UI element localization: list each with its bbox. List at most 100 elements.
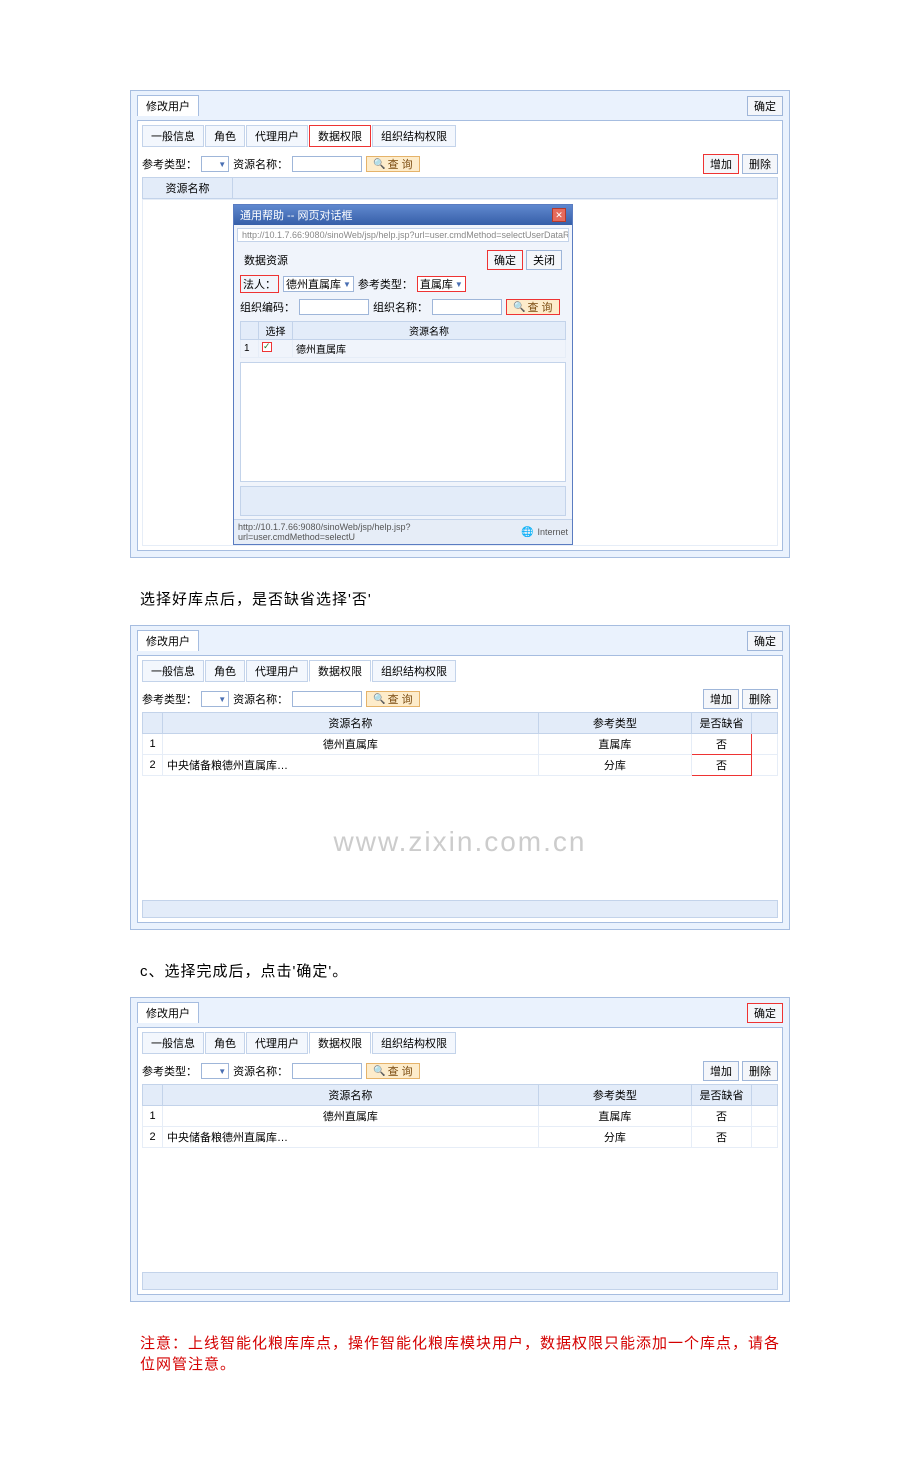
confirm-button[interactable]: 确定	[747, 631, 783, 651]
tab-proxy[interactable]: 代理用户	[246, 660, 308, 682]
window-tab[interactable]: 修改用户	[137, 1002, 199, 1023]
confirm-button[interactable]: 确定	[747, 1003, 783, 1023]
caption1: 选择好库点后，是否缺省选择'否'	[140, 588, 790, 609]
legal-select[interactable]: 德州直属库▼	[283, 276, 354, 292]
org-name-input[interactable]	[432, 299, 502, 315]
chevron-down-icon: ▼	[218, 695, 226, 704]
close-icon[interactable]: ✕	[552, 208, 566, 222]
res-name-label: 资源名称：	[233, 156, 288, 172]
col-def: 是否缺省	[691, 713, 751, 734]
delete-button[interactable]: 删除	[742, 154, 778, 174]
footer-bar	[142, 900, 778, 918]
tab-role[interactable]: 角色	[205, 1032, 245, 1054]
chevron-down-icon: ▼	[218, 1067, 226, 1076]
tab-org[interactable]: 组织结构权限	[372, 660, 456, 682]
table-row[interactable]: 2 中央储备粮德州直属库… 分库 否	[143, 755, 778, 776]
data-res-label: 数据资源	[244, 252, 288, 268]
add-button[interactable]: 增加	[703, 1061, 739, 1081]
tab-data[interactable]: 数据权限	[309, 1032, 371, 1054]
table-row[interactable]: 1 德州直属库	[241, 340, 566, 358]
delete-button[interactable]: 删除	[742, 1061, 778, 1081]
window-tab[interactable]: 修改用户	[137, 630, 199, 651]
screenshot2: 修改用户 确定 一般信息 角色 代理用户 数据权限 组织结构权限 参考类型： ▼…	[130, 625, 790, 930]
org-code-label: 组织编码：	[240, 299, 295, 315]
screenshot3: 修改用户 确定 一般信息 角色 代理用户 数据权限 组织结构权限 参考类型： ▼…	[130, 997, 790, 1302]
caption2: c、选择完成后，点击'确定'。	[140, 960, 790, 981]
res-name-label: 资源名称：	[233, 1063, 288, 1079]
search-button[interactable]: 🔍查 询	[366, 156, 420, 172]
col-type: 参考类型	[538, 1085, 691, 1106]
col-res: 资源名称	[143, 178, 233, 199]
res-name-label: 资源名称：	[233, 691, 288, 707]
dlg-ref-type-label: 参考类型：	[358, 276, 413, 292]
table-row[interactable]: 2 中央储备粮德州直属库… 分库 否	[143, 1127, 778, 1148]
dlg-search-button[interactable]: 🔍查 询	[506, 299, 560, 315]
table-row[interactable]: 1 德州直属库 直属库 否	[143, 734, 778, 755]
search-button[interactable]: 🔍查 询	[366, 1063, 420, 1079]
search-icon: 🔍	[513, 302, 525, 313]
dlg-confirm-button[interactable]: 确定	[487, 250, 523, 270]
ref-type-label: 参考类型：	[142, 156, 197, 172]
ref-type-select[interactable]: ▼	[201, 691, 229, 707]
dlg-blank	[240, 362, 566, 482]
ref-type-label: 参考类型：	[142, 691, 197, 707]
watermark: www.zixin.com.cn	[142, 776, 778, 858]
add-button[interactable]: 增加	[703, 154, 739, 174]
org-code-input[interactable]	[299, 299, 369, 315]
tab-data[interactable]: 数据权限	[309, 660, 371, 682]
col-def: 是否缺省	[691, 1085, 751, 1106]
ref-type-select[interactable]: ▼	[201, 156, 229, 172]
dialog-title: 通用帮助 -- 网页对话框	[240, 207, 352, 223]
tab-proxy[interactable]: 代理用户	[246, 125, 308, 147]
dialog-footer: http://10.1.7.66:9080/sinoWeb/jsp/help.j…	[234, 519, 572, 544]
dlg-close-button[interactable]: 关闭	[526, 250, 562, 270]
add-button[interactable]: 增加	[703, 689, 739, 709]
tab-role[interactable]: 角色	[205, 125, 245, 147]
chevron-down-icon: ▼	[218, 160, 226, 169]
res-name-input[interactable]	[292, 156, 362, 172]
dlg-ref-type-select[interactable]: 直属库▼	[417, 276, 466, 292]
dialog-url: http://10.1.7.66:9080/sinoWeb/jsp/help.j…	[237, 228, 569, 242]
note: 注意：上线智能化粮库库点，操作智能化粮库模块用户，数据权限只能添加一个库点，请各…	[140, 1332, 790, 1374]
body-area	[142, 1148, 778, 1268]
res-name-input[interactable]	[292, 691, 362, 707]
search-button[interactable]: 🔍查 询	[366, 691, 420, 707]
filter-row: 参考类型： ▼ 资源名称： 🔍查 询 增加 删除	[142, 151, 778, 177]
panel: 一般信息 角色 代理用户 数据权限 组织结构权限 参考类型： ▼ 资源名称： 🔍…	[137, 120, 783, 551]
tab-general[interactable]: 一般信息	[142, 1032, 204, 1054]
dlg-result-table: 选择 资源名称 1 德州直属库	[240, 321, 566, 358]
data-table: 资源名称 参考类型 是否缺省 1 德州直属库 直属库 否 2 中央储备粮德州直属…	[142, 1084, 778, 1148]
tab-org[interactable]: 组织结构权限	[372, 1032, 456, 1054]
window-tab[interactable]: 修改用户	[137, 95, 199, 116]
tab-general[interactable]: 一般信息	[142, 660, 204, 682]
title-bar: 修改用户 确定	[131, 91, 789, 116]
chevron-down-icon: ▼	[343, 280, 351, 289]
search-icon: 🔍	[373, 694, 385, 705]
res-name-input[interactable]	[292, 1063, 362, 1079]
dialog-titlebar: 通用帮助 -- 网页对话框 ✕	[234, 205, 572, 225]
tab-general[interactable]: 一般信息	[142, 125, 204, 147]
tab-data[interactable]: 数据权限	[309, 125, 371, 147]
tabs: 一般信息 角色 代理用户 数据权限 组织结构权限	[142, 125, 778, 147]
data-table: 资源名称 参考类型 是否缺省 1 德州直属库 直属库 否 2 中央储备粮德州直属…	[142, 712, 778, 776]
dlg-pager	[240, 486, 566, 516]
tab-role[interactable]: 角色	[205, 660, 245, 682]
help-dialog: 通用帮助 -- 网页对话框 ✕ http://10.1.7.66:9080/si…	[233, 204, 573, 545]
table-row[interactable]: 1 德州直属库 直属库 否	[143, 1106, 778, 1127]
body-area: www.zixin.com.cn	[142, 776, 778, 896]
select-checkbox[interactable]	[262, 342, 272, 352]
col-type: 参考类型	[538, 713, 691, 734]
ref-type-select[interactable]: ▼	[201, 1063, 229, 1079]
col-res: 资源名称	[163, 1085, 539, 1106]
data-table: 资源名称	[142, 177, 778, 199]
tab-org[interactable]: 组织结构权限	[372, 125, 456, 147]
chevron-down-icon: ▼	[455, 280, 463, 289]
confirm-button[interactable]: 确定	[747, 96, 783, 116]
search-icon: 🔍	[373, 159, 385, 170]
screenshot1: 修改用户 确定 一般信息 角色 代理用户 数据权限 组织结构权限 参考类型： ▼…	[130, 90, 790, 558]
col-res: 资源名称	[293, 322, 566, 340]
legal-label: 法人：	[240, 275, 279, 293]
col-select: 选择	[259, 322, 293, 340]
delete-button[interactable]: 删除	[742, 689, 778, 709]
tab-proxy[interactable]: 代理用户	[246, 1032, 308, 1054]
